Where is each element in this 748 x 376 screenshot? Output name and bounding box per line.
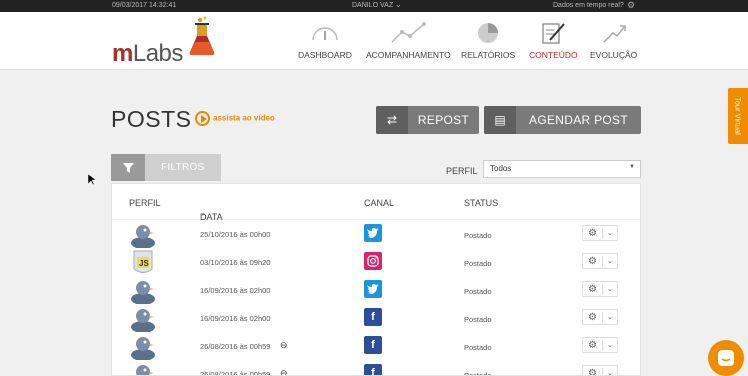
row-actions-dropdown[interactable]: ⚙ ⌄ <box>582 365 618 375</box>
nav-evolucao[interactable]: EVOLUÇÃO <box>590 20 637 60</box>
flask-logo-icon <box>189 16 215 55</box>
table-row[interactable]: 16/09/2016 às 02h00 f Postado ⚙ ⌄ <box>112 304 640 333</box>
table-row[interactable]: 16/09/2016 às 02h00 Postado ⚙ ⌄ <box>112 276 640 305</box>
realtime-link[interactable]: Dados em tempo real? <box>553 2 624 9</box>
clock-icon: ⊖ <box>280 368 288 376</box>
table-row[interactable]: 25/10/2016 às 00h00 Postado ⚙ ⌄ <box>112 220 640 249</box>
top-bar: 09/03/2017 14:32:41 DANILO VAZ ⌄ Dados e… <box>0 0 748 12</box>
gear-icon[interactable]: ⚙ <box>583 255 603 267</box>
post-status: Postado <box>464 231 492 240</box>
row-actions-dropdown[interactable]: ⚙ ⌄ <box>582 225 618 241</box>
nav-dashboard[interactable]: DASHBOARD <box>298 20 352 60</box>
schedule-post-button[interactable]: ▤ AGENDAR POST <box>484 106 641 134</box>
repost-icon: ⇄ <box>376 106 408 134</box>
col-canal[interactable]: CANAL <box>364 198 394 208</box>
clipboard-icon: ▤ <box>484 106 516 134</box>
trend-up-icon <box>603 25 626 43</box>
pigeon-profile-avatar <box>130 361 156 375</box>
instagram-icon <box>364 252 382 270</box>
gear-icon[interactable]: ⚙ <box>583 283 603 295</box>
facebook-icon: f <box>364 308 382 326</box>
col-status[interactable]: STATUS <box>464 198 498 208</box>
profile-label: PERFIL <box>446 166 478 176</box>
play-icon <box>195 111 210 126</box>
pie-chart-icon <box>478 23 499 43</box>
chevron-down-icon[interactable]: ⌄ <box>603 369 617 375</box>
gauge-icon <box>312 27 338 41</box>
chevron-down-icon[interactable]: ⌄ <box>603 341 617 349</box>
mlabs-logo[interactable]: mLabs <box>112 40 183 68</box>
chat-button[interactable] <box>708 340 744 376</box>
pigeon-profile-avatar <box>130 221 156 249</box>
facebook-icon: f <box>364 336 382 354</box>
chevron-down-icon[interactable]: ⌄ <box>603 257 617 265</box>
line-chart-icon <box>391 22 427 43</box>
chat-icon <box>718 350 734 366</box>
clock-icon: ⊖ <box>280 340 288 350</box>
post-date: 16/09/2016 às 02h00 <box>200 314 271 323</box>
post-status: Postado <box>464 371 492 376</box>
user-name[interactable]: DANILO VAZ <box>352 2 393 9</box>
pigeon-profile-avatar <box>130 277 156 305</box>
table-row[interactable]: 26/08/2016 às 00h59 ⊖ f Postado ⚙ ⌄ <box>112 360 640 376</box>
current-datetime: 09/03/2017 14:32:41 <box>112 2 177 9</box>
nav-acompanhamento[interactable]: ACOMPANHAMENTO <box>366 20 451 60</box>
caret-down-icon: ▼ <box>629 164 635 170</box>
post-date: 25/10/2016 às 00h00 <box>200 230 271 239</box>
chevron-down-icon[interactable]: ⌄ <box>395 0 402 9</box>
profile-select[interactable]: Todos ▼ <box>483 160 641 178</box>
table-row[interactable]: 26/08/2016 às 00h59 ⊖ f Postado ⚙ ⌄ <box>112 332 640 361</box>
col-perfil[interactable]: PERFIL <box>129 198 161 208</box>
watch-video-link[interactable]: assista ao vídeo <box>195 111 275 126</box>
table-row[interactable]: JS 03/10/2016 às 09h20 Postado ⚙ ⌄ <box>112 248 640 276</box>
nav-conteudo[interactable]: CONTEÚDO <box>529 20 578 60</box>
gear-icon[interactable]: ⚙ <box>583 227 603 239</box>
post-status: Postado <box>464 343 492 352</box>
post-date: 26/08/2016 às 00h59 <box>200 342 271 351</box>
table-header: PERFIL DATA ⌃ CANAL STATUS <box>112 184 640 222</box>
gear-icon[interactable]: ⚙ <box>583 339 603 351</box>
post-date: 16/09/2016 às 02h00 <box>200 286 271 295</box>
filters-button[interactable]: FILTROS <box>111 154 221 181</box>
gear-icon[interactable]: ⚙ <box>583 311 603 323</box>
gear-icon[interactable]: ⚙ <box>627 0 635 11</box>
pigeon-profile-avatar <box>130 305 156 333</box>
post-status: Postado <box>464 287 492 296</box>
row-actions-dropdown[interactable]: ⚙ ⌄ <box>582 309 618 325</box>
edit-icon <box>542 23 566 44</box>
posts-table: PERFIL DATA ⌃ CANAL STATUS 25/10/2016 às… <box>111 183 641 376</box>
post-status: Postado <box>464 259 492 268</box>
main-header: mLabs DASHBOARD ACOMPANHAMENTO RELATÓRIO… <box>0 12 748 70</box>
row-actions-dropdown[interactable]: ⚙ ⌄ <box>582 337 618 353</box>
twitter-icon <box>364 280 382 298</box>
gear-icon[interactable]: ⚙ <box>583 367 603 375</box>
chevron-down-icon[interactable]: ⌄ <box>603 313 617 321</box>
twitter-icon <box>364 224 382 242</box>
chevron-down-icon[interactable]: ⌄ <box>603 285 617 293</box>
svg-text:JS: JS <box>139 259 149 268</box>
post-status: Postado <box>464 315 492 324</box>
pigeon-profile-avatar <box>130 333 156 361</box>
row-actions-dropdown[interactable]: ⚙ ⌄ <box>582 281 618 297</box>
filter-icon <box>111 154 145 181</box>
post-date: 26/08/2016 às 00h59 <box>200 370 271 376</box>
chevron-down-icon[interactable]: ⌄ <box>603 229 617 237</box>
virtual-tour-tab[interactable]: Tour Virtual <box>728 88 748 144</box>
post-date: 03/10/2016 às 09h20 <box>200 258 271 267</box>
nav-relatorios[interactable]: RELATÓRIOS <box>461 20 515 60</box>
facebook-icon: f <box>364 364 382 375</box>
mouse-cursor-icon <box>88 174 96 186</box>
js-profile-avatar: JS <box>130 249 156 276</box>
repost-button[interactable]: ⇄ REPOST <box>376 106 479 134</box>
page-title: POSTS <box>111 106 192 132</box>
row-actions-dropdown[interactable]: ⚙ ⌄ <box>582 253 618 269</box>
